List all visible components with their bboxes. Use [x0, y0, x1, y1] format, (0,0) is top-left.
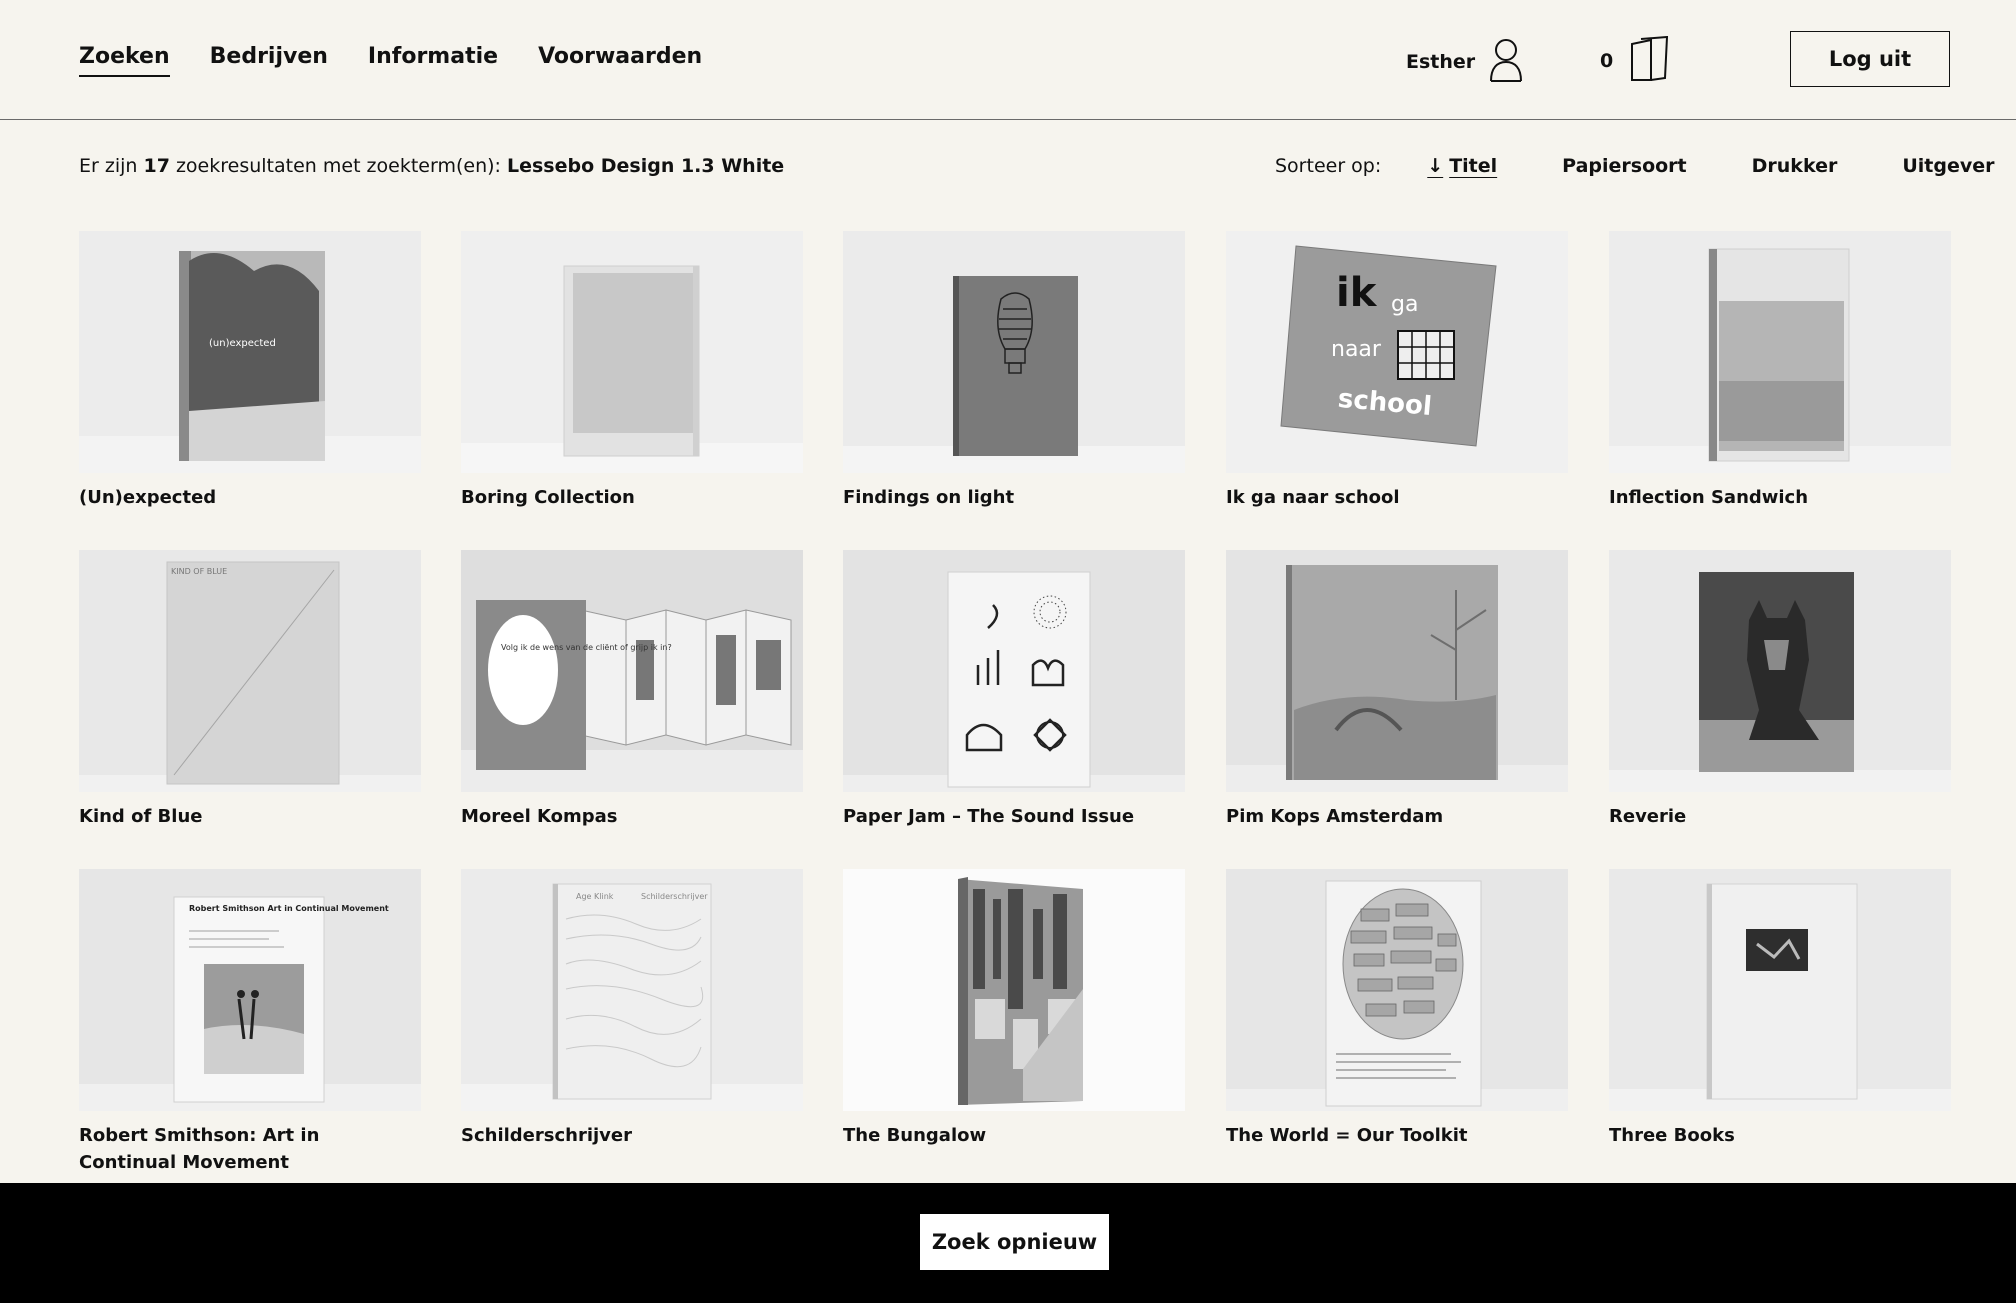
sort-option-titel[interactable]: ↓ Titel — [1427, 155, 1497, 177]
cover-text: ik — [1336, 270, 1378, 316]
card-title: Pim Kops Amsterdam — [1226, 806, 1444, 827]
selection-cart[interactable]: 0 — [1600, 35, 1669, 86]
book-cover-image — [843, 869, 1185, 1111]
cover-text: Age Klink — [576, 892, 614, 901]
card-title: Moreel Kompas — [461, 806, 618, 827]
book-cover-image — [1609, 231, 1951, 473]
results-prefix: Er zijn — [79, 155, 144, 177]
sort-option-papiersoort[interactable]: Papiersoort — [1562, 155, 1686, 177]
book-cover-image: (un)expected — [79, 231, 421, 473]
book-cover-image: Age Klink Schilderschrijver — [461, 869, 803, 1111]
book-cover-image: ik ga naar school — [1226, 231, 1568, 473]
arrow-down-icon: ↓ — [1427, 155, 1444, 177]
sort-label: Sorteer op: — [1275, 155, 1382, 177]
result-card[interactable]: Inflection Sandwich — [1609, 231, 1951, 511]
cart-count: 0 — [1600, 50, 1614, 72]
book-cover-image — [843, 550, 1185, 792]
sort-bar: Sorteer op: ↓ Titel Papiersoort Drukker U… — [1275, 155, 1994, 177]
book-cover-image — [1226, 550, 1568, 792]
nav-item-informatie[interactable]: Informatie — [368, 44, 498, 77]
card-title: Reverie — [1609, 806, 1687, 827]
search-again-button[interactable]: Zoek opnieuw — [920, 1214, 1109, 1270]
cover-text: (un)expected — [209, 338, 276, 349]
user-icon — [1489, 38, 1523, 86]
result-card[interactable]: The Bungalow — [843, 869, 1185, 1149]
card-title: Inflection Sandwich — [1609, 487, 1809, 508]
cover-text: Robert Smithson Art in Continual Movemen… — [189, 904, 389, 913]
result-card[interactable]: Pim Kops Amsterdam — [1226, 550, 1568, 830]
user-name: Esther — [1406, 51, 1476, 73]
cover-text: naar — [1331, 337, 1382, 362]
card-title: Paper Jam – The Sound Issue — [843, 806, 1135, 827]
footer-bar: Zoek opnieuw — [0, 1183, 2016, 1303]
result-card[interactable]: KIND OF BLUE Kind of Blue — [79, 550, 421, 830]
book-cover-image: Robert Smithson Art in Continual Movemen… — [79, 869, 421, 1111]
cover-text: ga — [1391, 292, 1418, 317]
header: Zoeken Bedrijven Informatie Voorwaarden … — [0, 0, 2016, 120]
logout-button[interactable]: Log uit — [1790, 31, 1950, 87]
result-card[interactable]: ik ga naar school Ik ga naar school — [1226, 231, 1568, 511]
card-title: Ik ga naar school — [1226, 487, 1400, 508]
cover-text: Volg ik de wens van de cliënt of grijp i… — [501, 643, 672, 652]
card-title: Robert Smithson: Art in Continual Moveme… — [79, 1125, 320, 1173]
nav-item-voorwaarden[interactable]: Voorwaarden — [538, 44, 702, 77]
main-nav: Zoeken Bedrijven Informatie Voorwaarden — [79, 44, 742, 77]
card-title: Findings on light — [843, 487, 1015, 508]
card-title: Schilderschrijver — [461, 1125, 632, 1146]
cover-text: KIND OF BLUE — [171, 567, 227, 576]
results-summary: Er zijn 17 zoekresultaten met zoekterm(e… — [79, 155, 784, 177]
book-cover-image: KIND OF BLUE — [79, 550, 421, 792]
result-card[interactable]: Paper Jam – The Sound Issue — [843, 550, 1185, 830]
book-cover-image — [1609, 550, 1951, 792]
sort-option-drukker[interactable]: Drukker — [1752, 155, 1838, 177]
card-title: The World = Our Toolkit — [1226, 1125, 1468, 1146]
sort-option-label: Titel — [1449, 155, 1498, 177]
result-card[interactable]: Age Klink Schilderschrijver Schilderschr… — [461, 869, 803, 1149]
result-card[interactable]: Boring Collection — [461, 231, 803, 511]
book-cover-image — [1609, 869, 1951, 1111]
bookmark-cards-icon — [1629, 35, 1669, 86]
card-title: Three Books — [1609, 1125, 1735, 1146]
book-cover-image — [843, 231, 1185, 473]
user-menu[interactable]: Esther — [1406, 38, 1523, 86]
card-title: The Bungalow — [843, 1125, 987, 1146]
card-title: Kind of Blue — [79, 806, 203, 827]
result-card[interactable]: Robert Smithson Art in Continual Movemen… — [79, 869, 421, 1176]
nav-item-bedrijven[interactable]: Bedrijven — [210, 44, 328, 77]
result-card[interactable]: The World = Our Toolkit — [1226, 869, 1568, 1149]
results-term: Lessebo Design 1.3 White — [506, 155, 785, 177]
result-card[interactable]: Reverie — [1609, 550, 1951, 830]
result-card[interactable]: Volg ik de wens van de cliënt of grijp i… — [461, 550, 803, 830]
card-title: (Un)expected — [79, 487, 217, 508]
book-cover-image: Volg ik de wens van de cliënt of grijp i… — [461, 550, 803, 792]
sort-option-uitgever[interactable]: Uitgever — [1902, 155, 1994, 177]
book-cover-image — [461, 231, 803, 473]
book-cover-image — [1226, 869, 1568, 1111]
result-card[interactable]: (un)expected (Un)expected — [79, 231, 421, 511]
results-count: 17 — [143, 155, 170, 177]
page: Zoeken Bedrijven Informatie Voorwaarden … — [0, 0, 2016, 1303]
result-card[interactable]: Three Books — [1609, 869, 1951, 1149]
nav-item-zoeken[interactable]: Zoeken — [79, 44, 170, 77]
card-title: Boring Collection — [461, 487, 635, 508]
result-card[interactable]: Findings on light — [843, 231, 1185, 511]
cover-text: Schilderschrijver — [641, 892, 708, 901]
results-middle: zoekresultaten met zoekterm(en): — [169, 155, 507, 177]
